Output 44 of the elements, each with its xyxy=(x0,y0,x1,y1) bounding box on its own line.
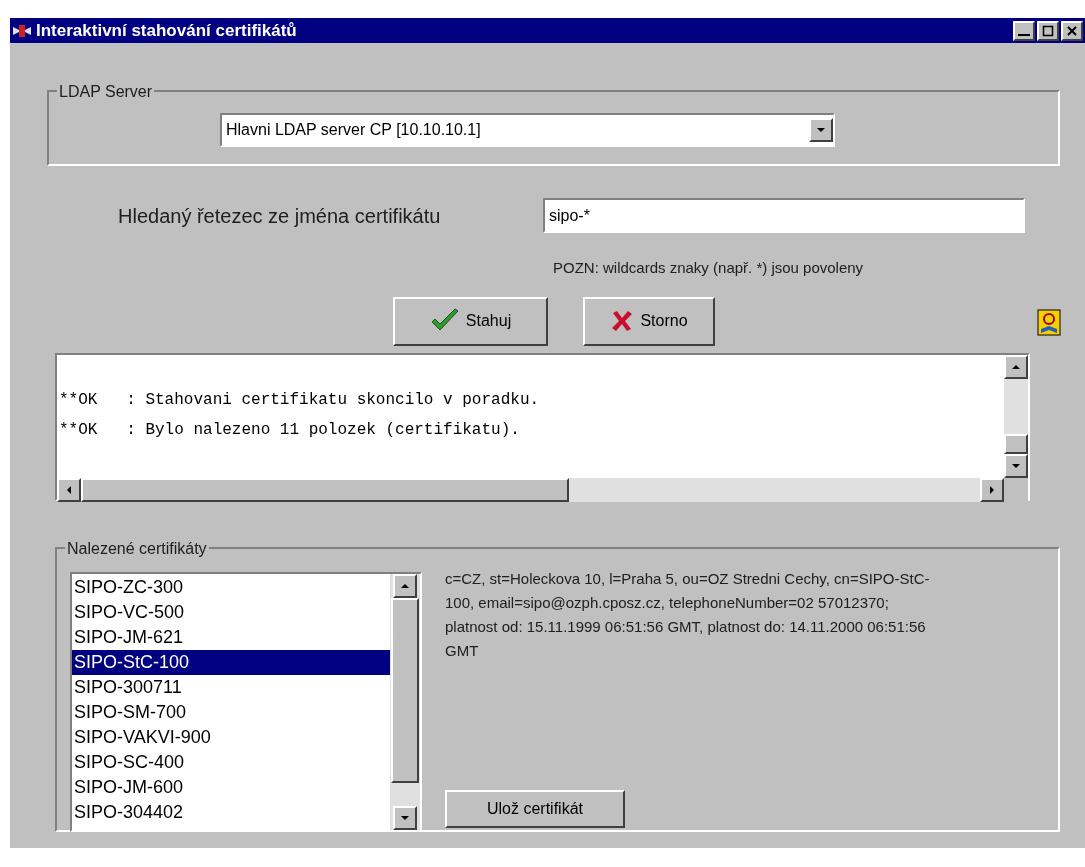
cancel-button[interactable]: Storno xyxy=(583,296,715,346)
search-field[interactable]: sipo-* xyxy=(543,198,1025,233)
list-item[interactable]: SIPO-300711 xyxy=(72,674,390,700)
scroll-up-button[interactable] xyxy=(393,573,417,598)
scrollbar-corner xyxy=(1004,477,1028,502)
scroll-left-button[interactable] xyxy=(57,477,81,502)
app-logo-icon xyxy=(12,22,32,39)
list-item[interactable]: SIPO-VAKVI-900 xyxy=(72,724,390,750)
dropdown-arrow-button[interactable] xyxy=(809,118,833,142)
wildcard-note: POZN: wildcards znaky (např. *) jsou povoleny xyxy=(553,258,865,278)
list-item[interactable]: SIPO-304402 xyxy=(72,799,390,825)
close-icon xyxy=(610,309,635,333)
log-line: **OK : Bylo nalezeno 11 polozek (certifikatu). xyxy=(59,419,521,441)
list-item[interactable]: SIPO-StC-100 xyxy=(72,649,390,675)
maximize-icon xyxy=(1042,24,1054,37)
minimize-icon xyxy=(1018,33,1030,36)
horizontal-scrollbar[interactable] xyxy=(57,477,1004,502)
close-icon xyxy=(1066,24,1078,37)
scroll-down-button[interactable] xyxy=(1004,453,1028,478)
server-dropdown[interactable]: Hlavni LDAP server CP [10.10.10.1] xyxy=(220,113,835,147)
list-item[interactable]: SIPO-ZC-300 xyxy=(72,574,390,600)
scroll-thumb[interactable] xyxy=(1004,433,1028,454)
list-scrollbar[interactable] xyxy=(390,573,420,830)
scroll-thumb[interactable] xyxy=(81,477,569,502)
list-item[interactable]: SIPO-SM-700 xyxy=(72,699,390,725)
certificate-details: c=CZ, st=Holeckova 10, l=Praha 5, ou=OZ Stredni Cechy, cn=SIPO-StC-100, email=sipo@ozph.cposz.cz, telephoneNumber=02 57012370; platnost od: 15.11.1999 06:51:56 GMT, platnost do: 14.11.2000 06:51:56 GMT xyxy=(445,568,931,661)
certificate-list[interactable]: SIPO-ZC-300 SIPO-VC-500 SIPO-JM-621 SIPO-StC-100 SIPO-300711 SIPO-SM-700 SIPO-VAKVI-900 SIPO-SC-400 SIPO-JM-600 SIPO-304402 xyxy=(70,571,422,832)
list-item[interactable]: SIPO-SC-400 xyxy=(72,749,390,775)
search-label: Hledaný řetezec ze jména certifikátu xyxy=(118,203,442,229)
save-certificate-button[interactable]: Ulož certifikát xyxy=(445,789,625,828)
list-item[interactable]: SIPO-VC-500 xyxy=(72,599,390,625)
log-line: **OK : Stahovani certifikatu skoncilo v poradku. xyxy=(59,389,541,411)
scroll-down-button[interactable] xyxy=(393,805,417,830)
download-button[interactable]: Stahuj xyxy=(393,296,548,346)
vertical-scrollbar[interactable] xyxy=(1004,354,1028,478)
list-item[interactable]: SIPO-JM-621 xyxy=(72,624,390,650)
maximize-button[interactable] xyxy=(1037,20,1059,41)
scroll-up-button[interactable] xyxy=(1004,354,1028,379)
window-title: Interaktivní stahování certifikátů xyxy=(36,19,298,42)
scroll-thumb[interactable] xyxy=(391,597,419,783)
minimize-button[interactable] xyxy=(1013,20,1035,41)
scroll-right-button[interactable] xyxy=(980,477,1004,502)
list-item[interactable]: SIPO-JM-600 xyxy=(72,774,390,800)
close-button[interactable] xyxy=(1061,20,1083,41)
